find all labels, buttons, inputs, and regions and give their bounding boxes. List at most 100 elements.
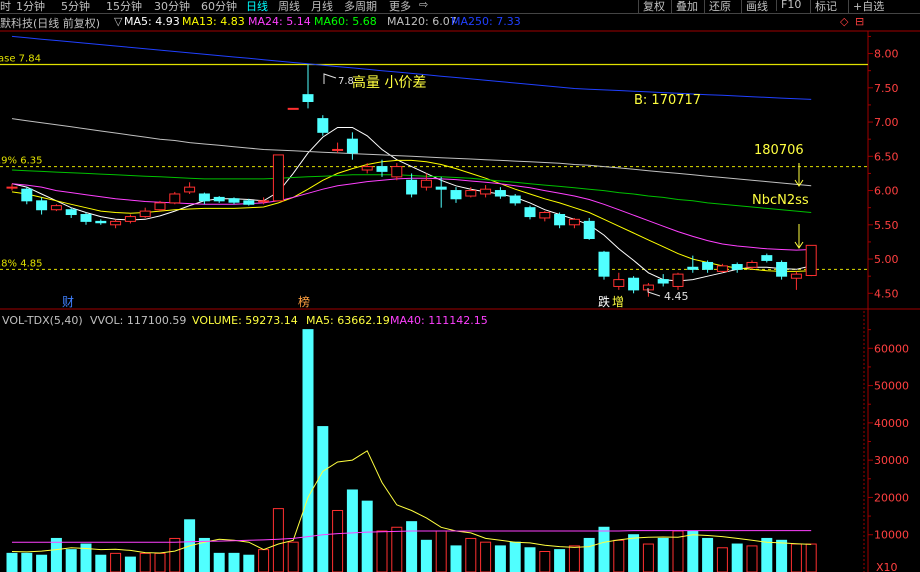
volume-bar [554, 549, 566, 572]
candle-body [420, 179, 432, 188]
volume-tick-label: 20000 [874, 491, 909, 504]
candle-body [746, 261, 758, 268]
tag-increase: 增 [612, 295, 624, 309]
candle-body [554, 214, 566, 226]
candle-body [243, 200, 255, 205]
volume-ma5-value: MA5: 63662.19 [306, 314, 390, 327]
candle-body [302, 94, 314, 103]
candle-body [258, 200, 270, 203]
volume-bar [243, 554, 255, 572]
price-tick-label: 5.50 [874, 219, 899, 232]
candle-body [406, 179, 418, 195]
candle-body [21, 188, 33, 202]
candle-body [598, 251, 610, 277]
volume-bar [539, 550, 551, 572]
candle-body [50, 205, 62, 211]
volume-bar [169, 537, 181, 572]
price-tick-label: 4.50 [874, 287, 899, 300]
volume-multiplier-label: X10 [876, 561, 898, 572]
volume-bar [598, 526, 610, 572]
price-tick-label: 7.00 [874, 116, 899, 129]
volume-bar [406, 521, 418, 572]
candle-body [80, 214, 92, 222]
candle-body [657, 279, 669, 284]
candle-body [583, 220, 595, 239]
candle-body [509, 195, 521, 204]
stock-chart: 4.50 5.00 5.50 6.00 6.50 7.00 7.50 8.00 ase 7.84… [0, 30, 920, 572]
volume-bar [139, 552, 151, 572]
candle-body [317, 118, 329, 133]
b-date-label: B: 170717 [634, 93, 701, 108]
candle-body [154, 202, 166, 211]
candle-body [702, 261, 714, 270]
volume-bar [6, 552, 18, 572]
candle-body [361, 166, 373, 171]
candle-body [524, 207, 536, 218]
volume-bar [509, 541, 521, 572]
ma-line-ma5 [11, 127, 812, 282]
candle-body [391, 166, 403, 178]
candle-body [731, 264, 743, 270]
candle-body [332, 148, 344, 151]
volume-bar [376, 530, 388, 572]
candle-body [539, 211, 551, 219]
volume-tick-label: 60000 [874, 342, 909, 355]
volume-bar [805, 543, 817, 572]
label-line-upper: .9% 6.35 [0, 156, 43, 167]
candle-body [687, 266, 699, 270]
volume-bar [494, 545, 506, 572]
candle-body [761, 255, 773, 261]
volume-value: VOLUME: 59273.14 [192, 314, 298, 327]
volume-bar [50, 537, 62, 572]
volume-bar [258, 549, 270, 572]
candle-body [346, 138, 358, 154]
volume-bar [613, 539, 625, 572]
volume-bar [642, 543, 654, 572]
volume-bar [317, 426, 329, 572]
volume-bar [790, 543, 802, 572]
volume-bar [568, 545, 580, 572]
candle-body [776, 261, 788, 277]
candle-body [376, 166, 388, 172]
volume-bar [21, 552, 33, 572]
candle-body [494, 190, 506, 197]
volume-bar [761, 537, 773, 572]
candle-body [628, 277, 640, 291]
volume-bar [435, 530, 447, 572]
volume-bar [391, 526, 403, 572]
candle-body [198, 193, 210, 202]
candle-body [287, 107, 299, 110]
peak-arrow-icon [323, 73, 337, 84]
candle-body [480, 188, 492, 195]
candle-body [65, 209, 77, 216]
volume-tick-label: 30000 [874, 454, 909, 467]
volume-bar [36, 554, 48, 572]
price-tick-label: 6.50 [874, 150, 899, 163]
volume-bar [524, 547, 536, 572]
candle-body [95, 220, 107, 224]
candle-body [716, 265, 728, 272]
high-volume-note: 高量 小价差 [352, 74, 426, 91]
candle-body [110, 220, 122, 226]
candle-body [169, 193, 181, 204]
tag-finance: 财 [62, 295, 74, 309]
volume-bar [465, 537, 477, 572]
candle-body [139, 210, 151, 218]
volume-tick-label: 50000 [874, 380, 909, 393]
volume-bar [361, 500, 373, 572]
volume-bar [287, 541, 299, 572]
volume-bar [154, 552, 166, 572]
candle-body [228, 198, 240, 203]
tag-ranking: 榜 [298, 294, 310, 309]
volume-tick-label: 10000 [874, 529, 909, 542]
price-tick-label: 8.00 [874, 48, 899, 61]
candle-body [613, 279, 625, 287]
candle-body [124, 216, 136, 222]
volume-bar [110, 552, 122, 572]
candle-body [6, 186, 18, 189]
label-line-lower: .8% 4.85 [0, 258, 43, 269]
volume-ma40-value: MA40: 111142.15 [390, 314, 488, 327]
candle-body [213, 196, 225, 202]
volume-bar [480, 541, 492, 572]
volume-tick-label: 40000 [874, 417, 909, 430]
